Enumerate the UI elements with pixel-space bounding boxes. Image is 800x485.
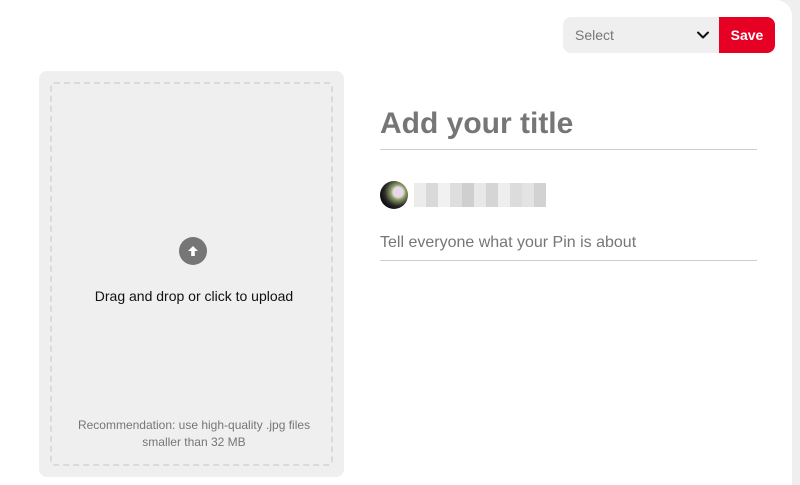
author-row	[380, 180, 546, 209]
chevron-down-icon	[697, 31, 709, 39]
pin-description-input[interactable]	[380, 231, 757, 261]
upload-recommendation: Recommendation: use high-quality .jpg fi…	[77, 418, 311, 449]
upload-dropzone[interactable]: Drag and drop or click to upload Recomme…	[50, 82, 333, 466]
upload-instruction: Drag and drop or click to upload	[94, 288, 294, 304]
pin-title-input[interactable]	[380, 104, 757, 150]
board-select-dropdown[interactable]: Select	[563, 17, 719, 53]
user-avatar	[380, 180, 408, 209]
username-redacted	[414, 182, 546, 207]
save-button[interactable]: Save	[719, 17, 775, 53]
arrow-up-icon	[179, 237, 207, 265]
pin-builder-card: Select Save Drag and drop or click to up…	[0, 0, 792, 485]
upload-panel: Drag and drop or click to upload Recomme…	[39, 71, 344, 477]
board-select-value: Select	[575, 27, 614, 43]
